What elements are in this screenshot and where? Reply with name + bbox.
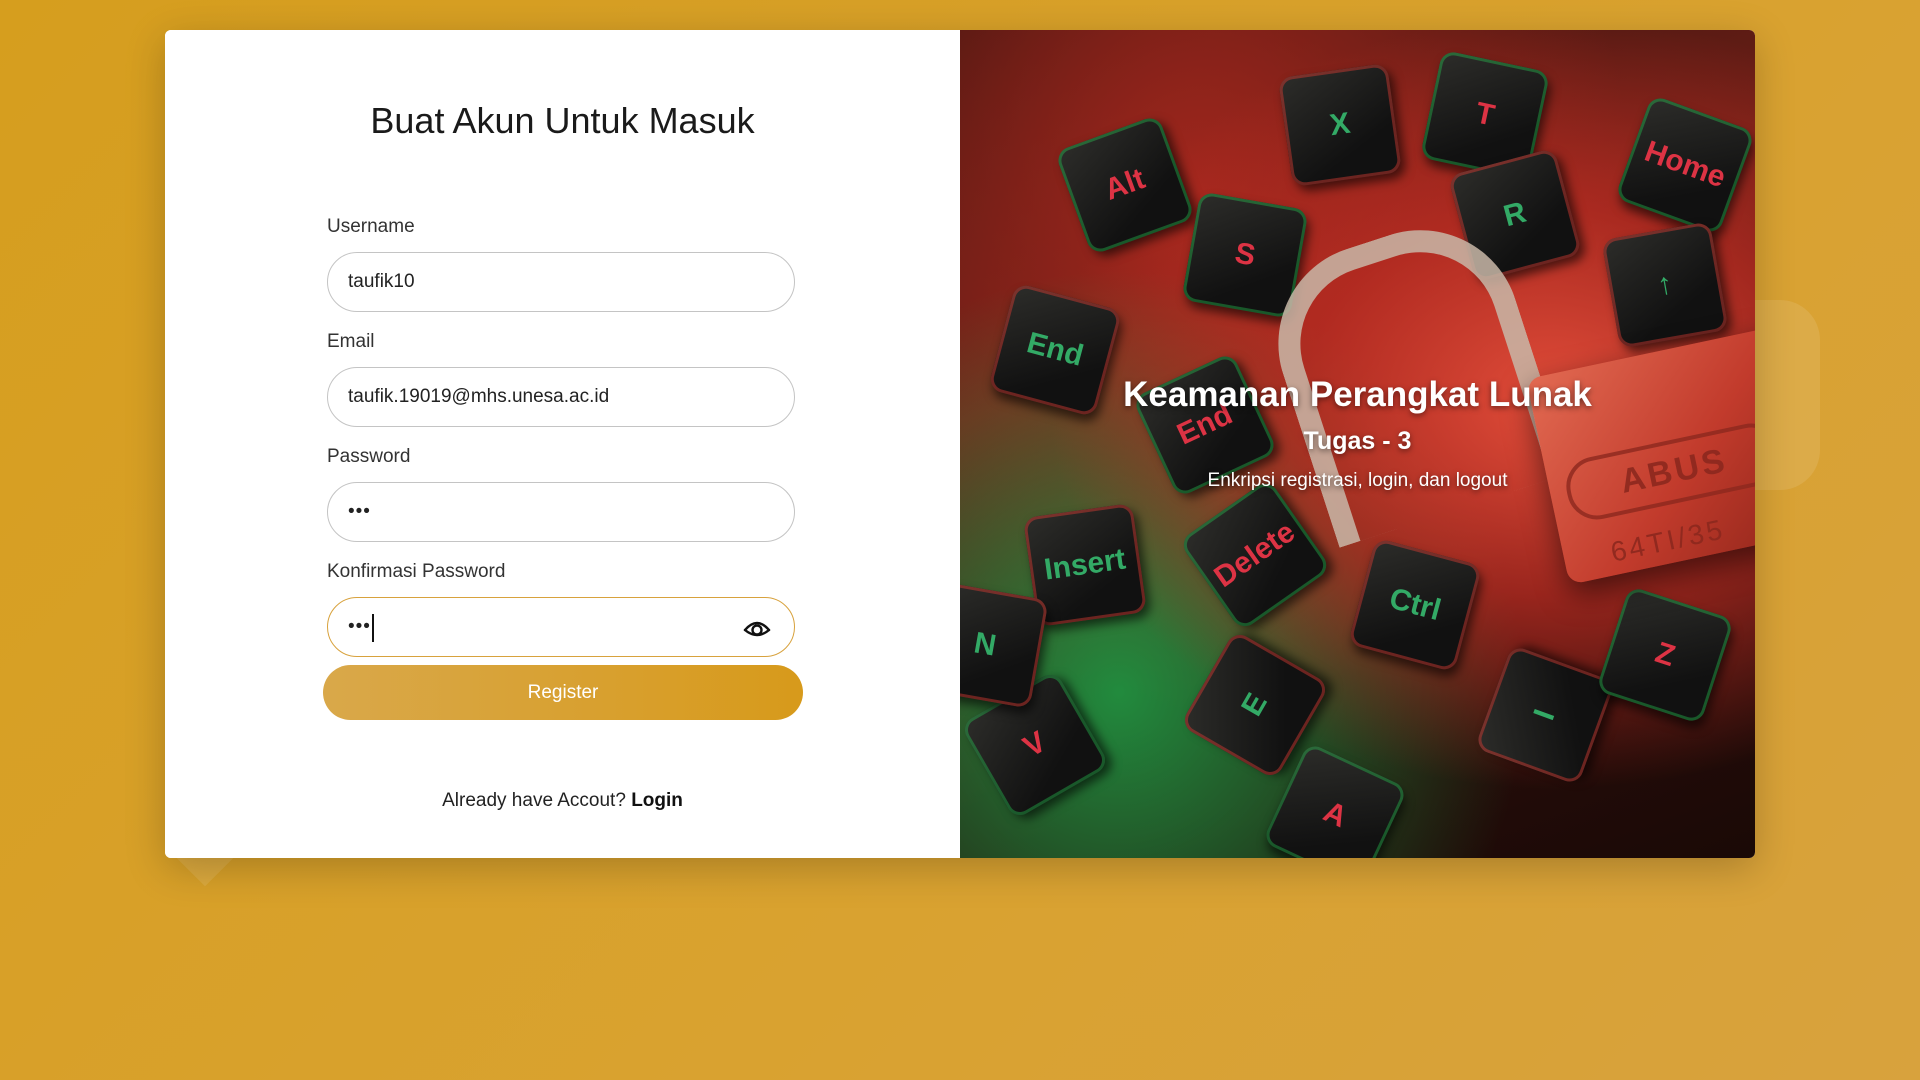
email-field[interactable] (327, 367, 795, 427)
username-label: Username (327, 216, 415, 237)
hero-image-panel: Alt End S X T R Home ↑ End Insert Delete… (960, 30, 1755, 858)
register-form-panel: Buat Akun Untuk Masuk Username Email Pas… (165, 30, 960, 858)
register-button[interactable]: Register (323, 665, 803, 720)
keyboard-key-image: Home (1614, 94, 1755, 236)
hero-subtitle: Tugas - 3 (1303, 427, 1412, 455)
hero-description: Enkripsi registrasi, login, dan logout (1207, 470, 1508, 491)
confirm-password-field[interactable] (327, 597, 795, 657)
login-link[interactable]: Login (631, 790, 683, 811)
confirm-password-label: Konfirmasi Password (327, 561, 506, 582)
username-field[interactable] (327, 252, 795, 312)
keyboard-key-image: Delete (1178, 478, 1332, 632)
keyboard-key-image: ↑ (1601, 221, 1729, 349)
keyboard-key-image: Ctrl (1347, 537, 1483, 673)
keyboard-key-image: I (1474, 644, 1616, 786)
confirm-password-input[interactable] (348, 598, 728, 656)
email-input[interactable] (348, 368, 728, 426)
eye-icon[interactable] (742, 614, 772, 642)
password-field[interactable] (327, 482, 795, 542)
password-input[interactable] (348, 483, 728, 541)
text-cursor (372, 614, 374, 642)
password-label: Password (327, 446, 411, 467)
register-card: Buat Akun Untuk Masuk Username Email Pas… (165, 30, 1755, 858)
keyboard-key-image: X (1277, 62, 1403, 188)
username-input[interactable] (348, 253, 728, 311)
login-prompt-text: Already have Accout? (442, 790, 626, 811)
hero-title: Keamanan Perangkat Lunak (1123, 375, 1592, 414)
keyboard-key-image: Z (1595, 585, 1735, 725)
login-prompt: Already have Accout? Login (165, 790, 960, 812)
keyboard-key-image: Alt (1054, 114, 1196, 256)
form-title: Buat Akun Untuk Masuk (370, 100, 755, 141)
email-label: Email (327, 331, 375, 352)
